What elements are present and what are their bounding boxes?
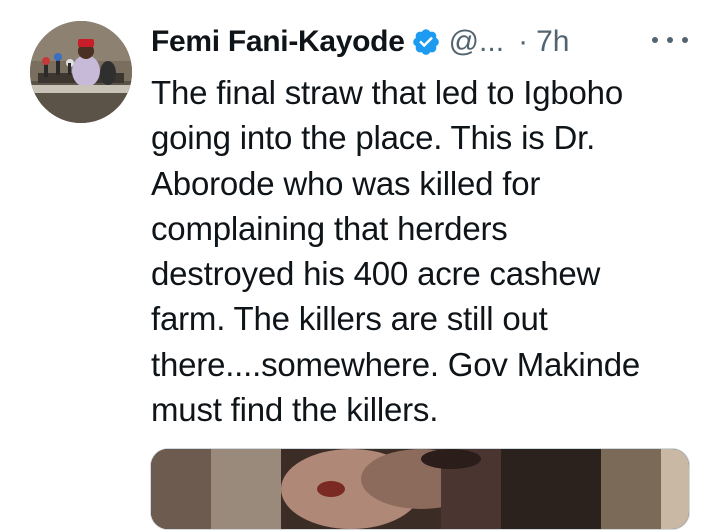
display-name[interactable]: Femi Fani-Kayode xyxy=(151,25,405,59)
separator-dot: · xyxy=(518,25,529,58)
tweet-header: Femi Fani-Kayode @... · 7h xyxy=(151,22,569,62)
tweet-text-line: Aborode who was killed for xyxy=(151,164,541,202)
tweet-text-line: destroyed his 400 acre cashew xyxy=(151,255,601,293)
handle[interactable]: @... xyxy=(449,25,504,59)
tweet-text-line: farm. The killers are still out xyxy=(151,300,548,338)
tweet-media-image[interactable] xyxy=(150,448,690,530)
timestamp[interactable]: 7h xyxy=(536,25,569,59)
tweet-text-line: there....somewhere. Gov Makinde xyxy=(151,345,641,383)
tweet-text-line: must find the killers. xyxy=(151,391,439,429)
more-dot xyxy=(652,37,658,43)
tweet[interactable]: Femi Fani-Kayode @... · 7h The final str… xyxy=(0,0,720,530)
tweet-text-line: The final straw that led to Igboho xyxy=(151,74,623,111)
more-dot xyxy=(682,37,688,43)
tweet-text-line: complaining that herders xyxy=(151,209,508,247)
verified-badge-icon xyxy=(411,27,441,57)
more-dot xyxy=(667,37,673,43)
tweet-text: The final straw that led to Igboho going… xyxy=(151,70,691,432)
more-options-icon[interactable] xyxy=(652,26,688,54)
avatar[interactable] xyxy=(30,21,132,123)
tweet-text-line: going into the place. This is Dr. xyxy=(151,119,596,157)
